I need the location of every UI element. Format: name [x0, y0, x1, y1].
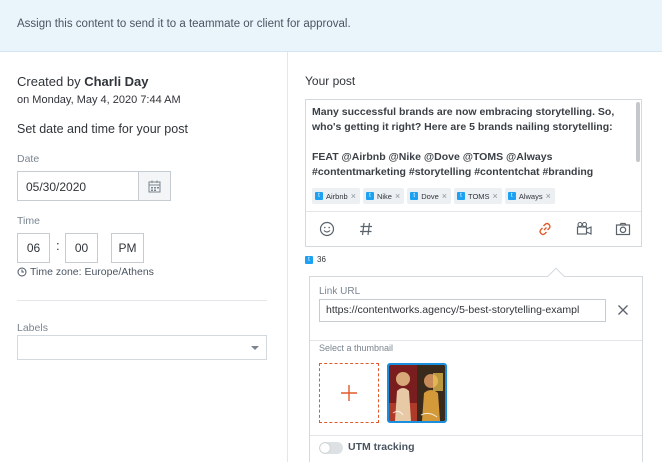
link-button[interactable]	[535, 219, 555, 239]
calendar-icon	[148, 180, 161, 192]
close-icon[interactable]: ×	[546, 191, 551, 201]
post-text[interactable]: Many successful brands are now embracing…	[312, 105, 637, 180]
video-button[interactable]	[574, 219, 594, 239]
tag-dove[interactable]: t Dove ×	[407, 188, 452, 204]
post-toolbar	[306, 211, 641, 246]
tag-toms[interactable]: t TOMS ×	[454, 188, 502, 204]
link-url-input[interactable]: https://contentworks.agency/5-best-story…	[319, 299, 606, 322]
character-count: t 36	[305, 255, 326, 264]
close-icon	[618, 305, 628, 315]
twitter-icon: t	[305, 255, 313, 264]
toggle-knob	[320, 443, 330, 453]
labels-select[interactable]	[17, 335, 267, 360]
hashtag-button[interactable]	[356, 219, 376, 239]
close-icon[interactable]: ×	[351, 191, 356, 201]
post-scrollbar[interactable]	[636, 102, 640, 162]
timezone: Time zone: Europe/Athens	[17, 266, 154, 278]
tag-always[interactable]: t Always ×	[504, 188, 555, 204]
twitter-icon: t	[365, 192, 374, 200]
utm-divider	[310, 435, 642, 436]
date-label: Date	[17, 153, 40, 165]
twitter-icon: t	[410, 192, 419, 200]
mention-tags: t Airbnb × t Nike × t Dove × t TOMS × t Always ×	[312, 188, 555, 204]
created-by: Created by Charli Day	[17, 74, 149, 89]
time-label: Time	[17, 215, 40, 227]
close-icon[interactable]: ×	[395, 191, 400, 201]
utm-label: UTM tracking	[348, 441, 415, 453]
chevron-down-icon	[251, 346, 259, 350]
close-icon[interactable]: ×	[442, 191, 447, 201]
link-icon	[539, 222, 551, 236]
banner-text: Assign this content to send it to a team…	[17, 18, 351, 30]
thumbnail-label: Select a thumbnail	[319, 343, 394, 353]
thumbnail-image	[389, 365, 445, 421]
twitter-icon: t	[457, 192, 466, 200]
thumbnail-selected[interactable]	[387, 363, 447, 423]
video-icon	[576, 221, 592, 235]
approval-banner: Assign this content to send it to a team…	[0, 0, 662, 52]
camera-icon	[615, 222, 631, 236]
section-divider	[17, 300, 267, 301]
emoji-icon	[319, 221, 335, 237]
tag-airbnb[interactable]: t Airbnb ×	[312, 188, 360, 204]
time-colon: :	[56, 238, 60, 253]
link-divider	[310, 340, 642, 341]
plus-icon	[341, 385, 357, 401]
link-url-label: Link URL	[319, 286, 361, 297]
emoji-button[interactable]	[317, 219, 337, 239]
camera-button[interactable]	[613, 219, 633, 239]
schedule-panel: Created by Charli Day on Monday, May 4, …	[0, 52, 287, 462]
created-date: on Monday, May 4, 2020 7:44 AM	[17, 94, 181, 106]
twitter-icon: t	[315, 192, 323, 200]
labels-label: Labels	[17, 322, 48, 334]
remove-link-button[interactable]	[616, 303, 630, 317]
link-panel: Link URL https://contentworks.agency/5-b…	[309, 267, 643, 462]
post-panel: Your post Many successful brands are now…	[288, 52, 662, 462]
popover-arrow	[547, 267, 565, 285]
add-thumbnail-button[interactable]	[319, 363, 379, 423]
your-post-title: Your post	[305, 74, 356, 88]
date-input[interactable]: 05/30/2020	[17, 171, 138, 201]
calendar-button[interactable]	[138, 171, 171, 201]
tag-nike[interactable]: t Nike ×	[362, 188, 405, 204]
minute-input[interactable]: 00	[65, 233, 98, 263]
clock-icon	[17, 267, 27, 277]
post-editor[interactable]: Many successful brands are now embracing…	[305, 99, 642, 247]
twitter-icon: t	[507, 192, 516, 200]
utm-toggle[interactable]	[319, 442, 343, 454]
hour-input[interactable]: 06	[17, 233, 50, 263]
ampm-input[interactable]: PM	[111, 233, 144, 263]
close-icon[interactable]: ×	[493, 191, 498, 201]
hashtag-icon	[360, 222, 372, 236]
set-date-title: Set date and time for your post	[17, 122, 188, 136]
creator-name: Charli Day	[84, 74, 149, 89]
